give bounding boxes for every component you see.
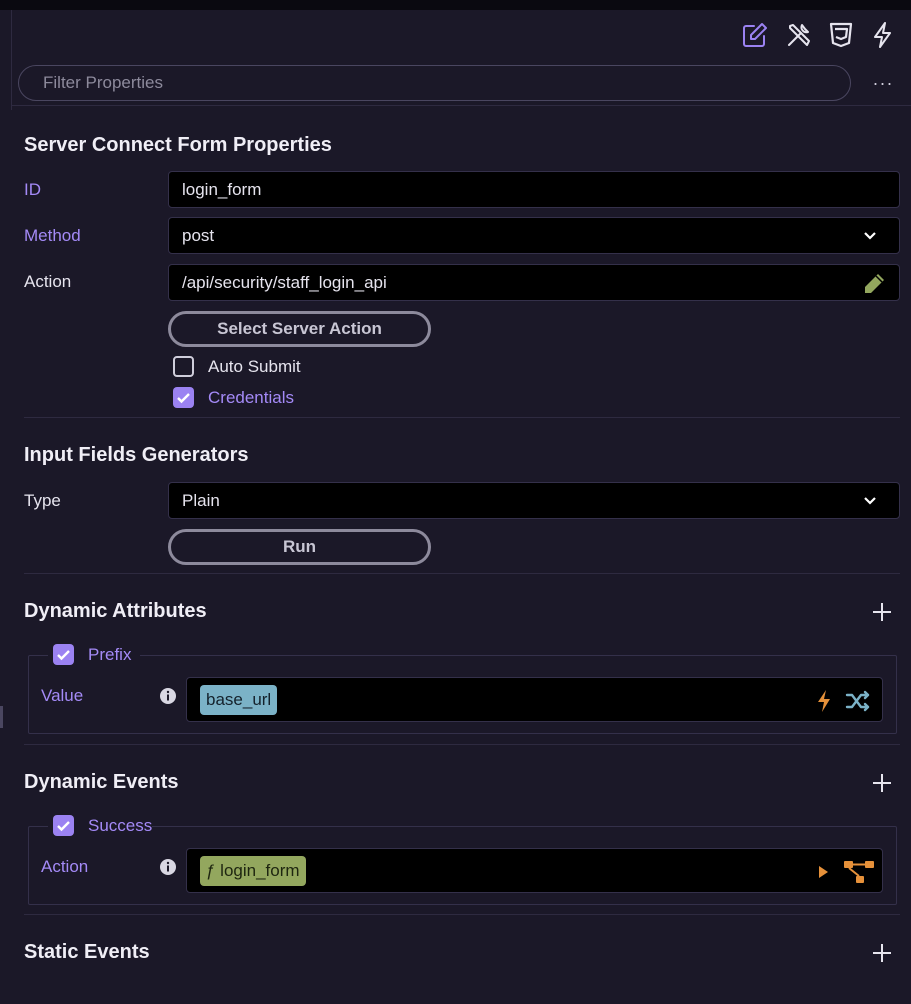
prefix-checkbox[interactable]: [53, 644, 74, 665]
checkmark-icon: [177, 393, 190, 404]
select-server-action-button[interactable]: Select Server Action: [168, 311, 431, 347]
tools-icon[interactable]: [784, 20, 814, 50]
action-value: /api/security/staff_login_api: [182, 273, 387, 292]
prefix-label: Prefix: [88, 645, 132, 664]
properties-toolbar: [12, 10, 911, 60]
section-title-dynamic-attributes: Dynamic Attributes: [24, 600, 207, 622]
event-action-label: Action: [41, 857, 89, 876]
section-title-generators: Input Fields Generators: [24, 444, 249, 466]
credentials-checkbox[interactable]: [173, 387, 194, 408]
id-label: ID: [24, 180, 41, 199]
add-event-plus-icon[interactable]: [871, 772, 893, 794]
info-icon[interactable]: [159, 858, 177, 876]
lightning-icon[interactable]: [811, 688, 837, 714]
lightning-icon[interactable]: [868, 20, 898, 50]
divider: [24, 914, 900, 915]
play-icon[interactable]: [811, 859, 837, 885]
css3-icon[interactable]: [826, 20, 856, 50]
window-top-bar: [0, 0, 911, 10]
info-icon[interactable]: [159, 687, 177, 705]
chevron-down-icon: [864, 232, 876, 240]
value-label: Value: [41, 686, 84, 705]
success-label: Success: [88, 816, 153, 835]
success-checkbox[interactable]: [53, 815, 74, 836]
checkmark-icon: [57, 821, 70, 832]
action-expression-field[interactable]: ƒ login_form: [186, 848, 883, 893]
type-select[interactable]: Plain: [168, 482, 900, 519]
filter-row: ···: [12, 62, 911, 106]
action-input[interactable]: /api/security/staff_login_api: [168, 264, 900, 301]
more-options-button[interactable]: ···: [868, 70, 898, 96]
filter-properties-input[interactable]: [18, 65, 851, 101]
method-value: post: [182, 226, 215, 245]
section-title-static-events: Static Events: [24, 941, 150, 963]
divider: [24, 573, 900, 574]
type-label: Type: [24, 491, 61, 510]
run-button[interactable]: Run: [168, 529, 431, 565]
shuffle-icon[interactable]: [845, 688, 871, 714]
section-title-dynamic-events: Dynamic Events: [24, 771, 179, 793]
login-form-token[interactable]: ƒ login_form: [200, 856, 306, 886]
chevron-down-icon: [864, 497, 876, 505]
add-attribute-plus-icon[interactable]: [871, 601, 893, 623]
add-static-event-plus-icon[interactable]: [871, 942, 893, 964]
flow-diagram-icon[interactable]: [843, 858, 875, 886]
method-select[interactable]: post: [168, 217, 900, 254]
value-expression-field[interactable]: base_url: [186, 677, 883, 722]
resize-handle[interactable]: [0, 706, 3, 728]
edit-icon[interactable]: [740, 20, 770, 50]
action-label: Action: [24, 272, 72, 291]
credentials-label: Credentials: [208, 388, 294, 407]
base-url-token[interactable]: base_url: [200, 685, 278, 715]
divider: [24, 417, 900, 418]
type-value: Plain: [182, 491, 220, 510]
section-title-form: Server Connect Form Properties: [24, 134, 332, 156]
divider: [24, 744, 900, 745]
auto-submit-checkbox[interactable]: [173, 356, 194, 377]
id-input[interactable]: login_form: [168, 171, 900, 208]
method-label: Method: [24, 226, 81, 245]
pencil-icon[interactable]: [861, 271, 887, 297]
auto-submit-label: Auto Submit: [208, 357, 301, 376]
checkmark-icon: [57, 650, 70, 661]
